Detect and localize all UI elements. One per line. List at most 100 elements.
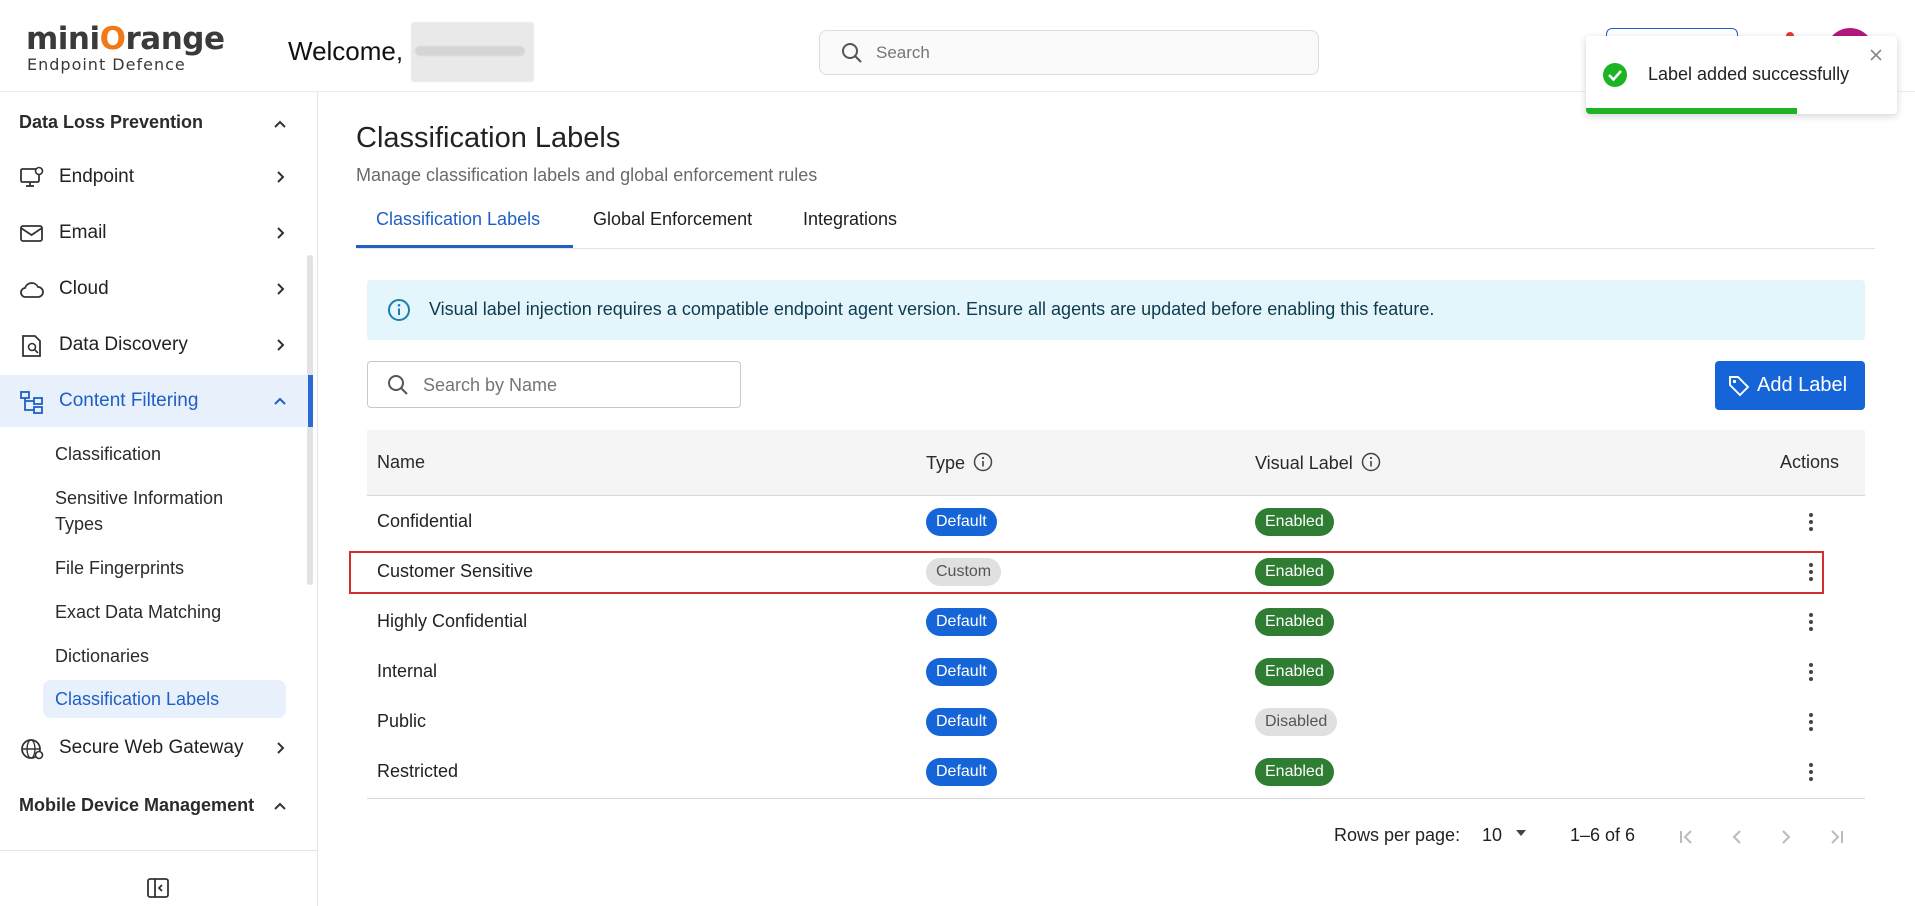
table-row[interactable]: Highly Confidential Default Enabled <box>367 596 1865 646</box>
logo-tagline: Endpoint Defence <box>27 55 186 74</box>
page-subtitle: Manage classification labels and global … <box>356 165 818 185</box>
chevron-right-icon <box>277 339 285 351</box>
more-vert-icon[interactable] <box>1799 510 1823 534</box>
close-icon[interactable] <box>1867 46 1885 64</box>
sidebar-subitem-file-fingerprints[interactable]: File Fingerprints <box>55 555 184 581</box>
column-header-name[interactable]: Name <box>377 452 425 473</box>
sidebar-item-cloud[interactable]: Cloud <box>0 263 313 315</box>
visual-label-badge: Enabled <box>1255 658 1334 686</box>
cloud-icon <box>20 282 44 298</box>
user-name-redacted <box>411 22 534 82</box>
first-page-icon[interactable] <box>1675 825 1699 849</box>
monitor-gear-icon <box>20 166 44 187</box>
search-icon <box>388 375 408 395</box>
column-header-actions: Actions <box>1780 452 1840 472</box>
check-circle-icon <box>1603 63 1627 87</box>
type-badge: Default <box>926 708 997 736</box>
type-badge: Default <box>926 658 997 686</box>
global-search[interactable] <box>819 30 1319 75</box>
search-input[interactable] <box>876 39 1296 67</box>
table-row[interactable]: Restricted Default Enabled <box>367 746 1865 796</box>
info-banner-text: Visual label injection requires a compat… <box>429 299 1435 319</box>
mail-icon <box>20 225 43 242</box>
row-name: Highly Confidential <box>377 611 528 631</box>
chevron-up-icon[interactable] <box>270 796 290 816</box>
rows-per-page-select[interactable]: 10 <box>1482 825 1528 846</box>
tab-bar: Classification Labels Global Enforcement… <box>356 199 1875 249</box>
sidebar-subitem-exact-data-matching[interactable]: Exact Data Matching <box>55 599 221 625</box>
more-vert-icon[interactable] <box>1799 710 1823 734</box>
toast-message: Label added successfully <box>1648 64 1850 84</box>
more-vert-icon[interactable] <box>1799 760 1823 784</box>
chevron-up-icon[interactable] <box>270 114 290 134</box>
table-header: Name Type Visual Label Actions <box>367 430 1865 496</box>
visual-label-badge: Disabled <box>1255 708 1338 736</box>
rows-per-page-value: 10 <box>1482 825 1503 845</box>
previous-page-icon[interactable] <box>1725 825 1749 849</box>
toast-progress-bar <box>1586 108 1798 114</box>
table-row[interactable]: Confidential Default Enabled <box>367 496 1865 546</box>
page-title: Classification Labels <box>356 122 621 154</box>
row-name: Confidential <box>377 511 473 531</box>
sidebar-divider <box>0 850 318 851</box>
row-name: Public <box>377 711 427 731</box>
sidebar-item-label: Cloud <box>59 278 109 299</box>
chevron-right-icon <box>277 171 285 183</box>
sidebar-subitem-dictionaries[interactable]: Dictionaries <box>55 643 149 669</box>
sidebar: Data Loss Prevention Endpoint Email Clou… <box>0 92 318 906</box>
tab-classification-labels[interactable]: Classification Labels <box>376 209 540 249</box>
sidebar-item-label: Content Filtering <box>59 390 199 411</box>
globe-gear-icon <box>21 739 44 760</box>
sidebar-item-label: Secure Web Gateway <box>59 737 244 758</box>
type-badge: Default <box>926 758 997 786</box>
name-filter[interactable] <box>367 361 741 408</box>
tab-global-enforcement[interactable]: Global Enforcement <box>593 209 752 249</box>
success-toast: Label added successfully <box>1586 36 1897 114</box>
sidebar-subitem-classification-labels[interactable]: Classification Labels <box>55 686 219 712</box>
search-by-name-input[interactable] <box>423 372 723 398</box>
column-header-visual-label[interactable]: Visual Label <box>1255 452 1381 474</box>
more-vert-icon[interactable] <box>1799 610 1823 634</box>
table-row[interactable]: Public Default Disabled <box>367 696 1865 746</box>
add-label-button[interactable]: Add Label <box>1715 361 1865 410</box>
next-page-icon[interactable] <box>1774 825 1798 849</box>
column-header-type[interactable]: Type <box>926 452 993 474</box>
row-name: Restricted <box>377 761 459 781</box>
visual-label-badge: Enabled <box>1255 608 1334 636</box>
visual-label-badge: Enabled <box>1255 758 1334 786</box>
sidebar-item-data-discovery[interactable]: Data Discovery <box>0 319 313 371</box>
chevron-right-icon <box>277 227 285 239</box>
sidebar-section-mdm[interactable]: Mobile Device Management <box>19 795 254 816</box>
sidebar-item-email[interactable]: Email <box>0 207 313 259</box>
sidebar-item-label: Endpoint <box>59 166 135 187</box>
pagination-range: 1–6 of 6 <box>1570 825 1636 845</box>
add-label-text: Add Label <box>1757 374 1848 396</box>
row-name: Internal <box>377 661 438 681</box>
logo-wordmark: miniOrange <box>26 21 225 57</box>
brand-logo[interactable]: miniOrange Endpoint Defence <box>26 21 225 74</box>
table-bottom-border <box>367 798 1865 799</box>
info-icon[interactable] <box>1361 452 1381 472</box>
more-vert-icon[interactable] <box>1799 660 1823 684</box>
tab-integrations[interactable]: Integrations <box>803 209 897 249</box>
chevron-right-icon <box>277 283 285 295</box>
welcome-text: Welcome, <box>288 36 404 66</box>
info-icon[interactable] <box>973 452 993 472</box>
sidebar-item-content-filtering[interactable]: Content Filtering <box>0 375 313 427</box>
dropdown-arrow-icon <box>1516 830 1527 836</box>
active-tab-indicator <box>356 245 573 248</box>
sidebar-subitem-classification[interactable]: Classification <box>55 441 161 467</box>
sidebar-subitem-sensitive-info-types[interactable]: Sensitive Information Types <box>55 485 275 537</box>
sidebar-item-endpoint[interactable]: Endpoint <box>0 151 313 203</box>
table-row[interactable]: Internal Default Enabled <box>367 646 1865 696</box>
tag-icon <box>1729 376 1750 397</box>
sidebar-section-dlp[interactable]: Data Loss Prevention <box>19 112 203 133</box>
last-page-icon[interactable] <box>1824 825 1848 849</box>
search-icon <box>842 43 862 63</box>
type-badge: Default <box>926 508 997 536</box>
file-search-icon <box>22 335 41 357</box>
sidebar-item-label: Email <box>59 222 107 243</box>
visual-label-badge: Enabled <box>1255 508 1334 536</box>
sidebar-item-secure-web-gateway[interactable]: Secure Web Gateway <box>0 722 313 774</box>
collapse-sidebar-icon[interactable] <box>146 876 170 900</box>
